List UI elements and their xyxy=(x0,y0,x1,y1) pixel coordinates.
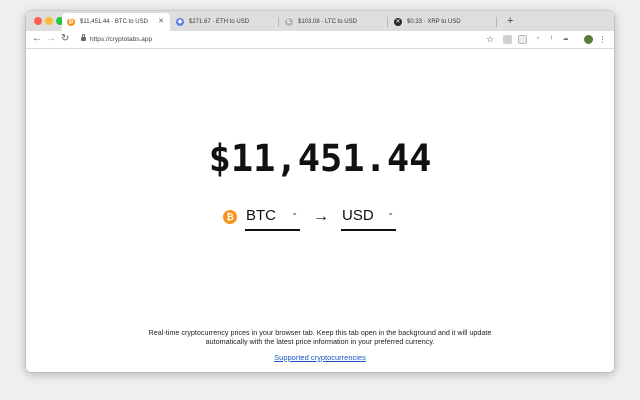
browser-toolbar: ← → ↻ https://cryptotabs.app ☆ ◔ ! ☁ ⋮ xyxy=(26,31,614,49)
from-currency-select[interactable]: BTC ⌄ xyxy=(245,203,300,231)
address-bar[interactable]: https://cryptotabs.app xyxy=(78,33,498,46)
extension-icon[interactable] xyxy=(518,35,527,44)
cloud-icon[interactable]: ☁ xyxy=(561,35,570,44)
avatar[interactable] xyxy=(584,35,593,44)
extension-icon[interactable]: ◔ xyxy=(533,35,542,44)
chevron-down-icon: ⌄ xyxy=(291,208,298,217)
page-content: $11,451.44 ₿ BTC ⌄ → USD ⌄ Real-time cry… xyxy=(26,49,614,372)
right-arrow-icon: → xyxy=(313,208,329,225)
reload-icon[interactable]: ↻ xyxy=(61,32,69,46)
tab-eth-usd[interactable]: ◆ $271.67 · ETH to USD xyxy=(171,13,279,31)
xrp-icon: ✕ xyxy=(394,18,402,26)
chevron-down-icon: ⌄ xyxy=(387,208,394,217)
browser-window: ₿ $11,451.44 · BTC to USD ✕ ◆ $271.67 · … xyxy=(26,11,614,372)
bitcoin-icon: ₿ xyxy=(67,18,75,26)
tab-strip: ₿ $11,451.44 · BTC to USD ✕ ◆ $271.67 · … xyxy=(26,11,614,31)
description-text: Real-time cryptocurrency prices in your … xyxy=(148,328,492,346)
extension-icon[interactable]: ! xyxy=(547,35,556,44)
lock-icon xyxy=(81,34,86,41)
tab-label: $11,451.44 · BTC to USD xyxy=(80,19,148,25)
forward-arrow-icon[interactable]: → xyxy=(46,32,56,46)
back-arrow-icon[interactable]: ← xyxy=(32,32,42,46)
new-tab-button[interactable]: + xyxy=(507,14,513,28)
tab-btc-usd[interactable]: ₿ $11,451.44 · BTC to USD ✕ xyxy=(62,13,170,31)
tab-label: $103.08 · LTC to USD xyxy=(298,19,357,25)
bookmark-star-icon[interactable]: ☆ xyxy=(486,32,494,46)
tab-label: $271.67 · ETH to USD xyxy=(189,19,250,25)
price-display: $11,451.44 xyxy=(208,137,432,180)
tab-xrp-usd[interactable]: ✕ $0.33 · XRP to USD xyxy=(389,13,497,31)
ethereum-icon: ◆ xyxy=(176,18,184,26)
window-close-button[interactable] xyxy=(34,17,42,25)
tab-label: $0.33 · XRP to USD xyxy=(407,19,461,25)
extension-icon[interactable] xyxy=(503,35,512,44)
litecoin-icon: Ł xyxy=(285,18,293,26)
close-tab-icon[interactable]: ✕ xyxy=(158,13,164,31)
to-currency-value: USD xyxy=(342,207,374,224)
from-currency-value: BTC xyxy=(246,207,276,224)
menu-icon[interactable]: ⋮ xyxy=(598,35,607,44)
tab-ltc-usd[interactable]: Ł $103.08 · LTC to USD xyxy=(280,13,388,31)
window-minimize-button[interactable] xyxy=(45,17,53,25)
to-currency-select[interactable]: USD ⌄ xyxy=(341,203,396,231)
supported-cryptocurrencies-link[interactable]: Supported cryptocurrencies xyxy=(26,353,614,362)
bitcoin-icon: ₿ xyxy=(223,210,237,224)
address-url: https://cryptotabs.app xyxy=(90,36,153,43)
